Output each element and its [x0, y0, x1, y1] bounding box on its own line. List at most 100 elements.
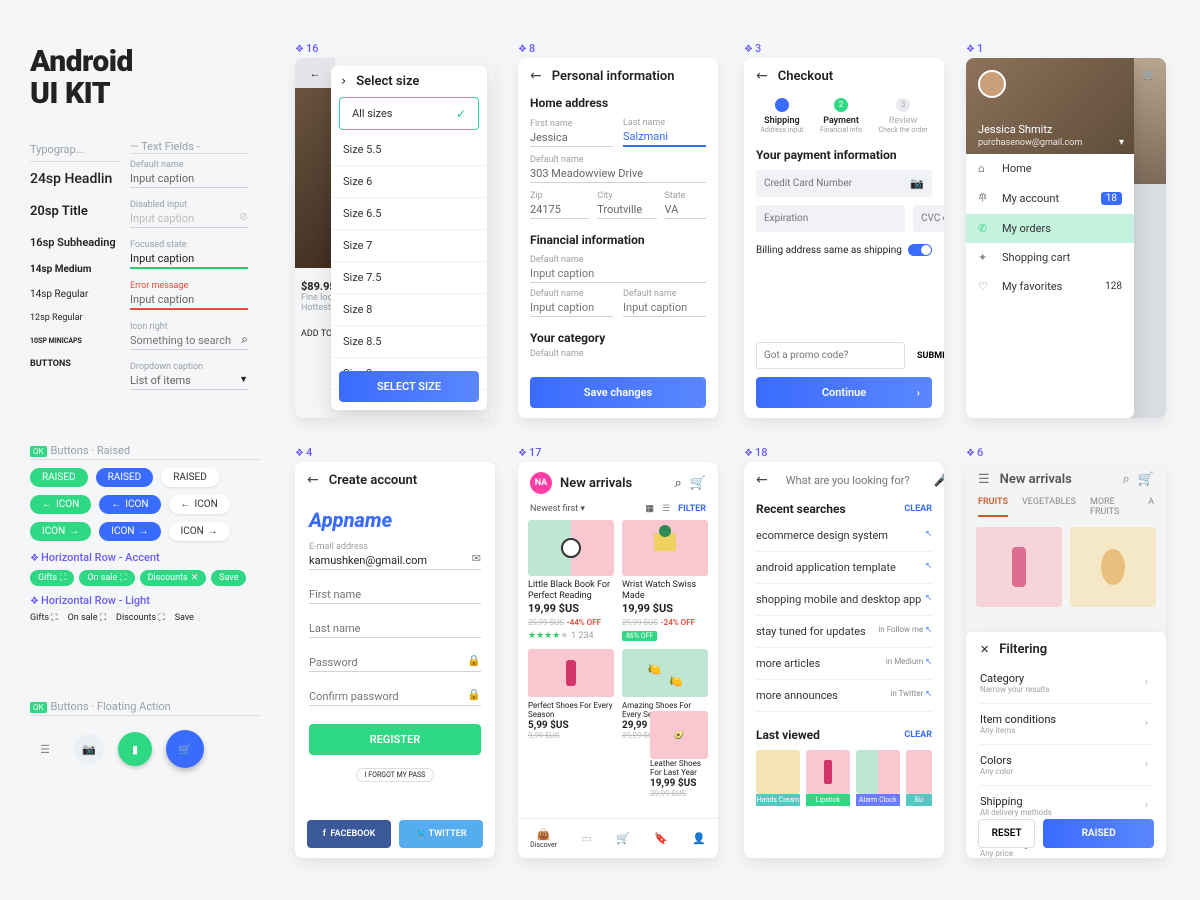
recent-search-item[interactable]: more announcesin Twitter ↖ — [756, 680, 932, 712]
cc-input[interactable] — [756, 170, 932, 197]
select-size-button[interactable]: SELECT SIZE — [339, 371, 479, 402]
continue-button[interactable]: Continue› — [756, 377, 932, 408]
promo-input[interactable] — [756, 342, 905, 369]
size-all[interactable]: All sizes✓ — [339, 97, 479, 130]
pw2-input[interactable] — [309, 688, 481, 706]
chip-disc-l[interactable]: Discounts ⛶ — [116, 613, 165, 623]
recent-search-item[interactable]: more articlesin Medium ↖ — [756, 648, 932, 680]
fab-camera-icon[interactable]: 📷 — [74, 734, 104, 764]
product-1[interactable]: Little Black Book For Perfect Reading 19… — [528, 520, 614, 641]
fin-input2[interactable] — [530, 299, 613, 317]
size-option[interactable]: Size 7 — [331, 230, 487, 262]
email-input[interactable] — [309, 552, 481, 570]
reset-button[interactable]: RESET — [978, 819, 1035, 848]
chip-save-a[interactable]: Save — [211, 570, 246, 586]
recent-search-item[interactable]: android application template ↖ — [756, 552, 932, 584]
forgot-button[interactable]: I FORGOT MY PASS — [356, 768, 435, 782]
cvc-input[interactable] — [913, 205, 944, 232]
filter-item[interactable]: ColorsAny color› — [980, 745, 1152, 786]
chevron-down-icon[interactable]: ▾ — [1119, 137, 1124, 148]
submit-button[interactable]: SUBMIT — [911, 351, 944, 361]
icon-green[interactable]: ← ICON — [30, 495, 91, 514]
billing-toggle[interactable] — [908, 244, 932, 256]
apply-button[interactable]: RAISED — [1043, 819, 1154, 848]
size-option[interactable]: Size 7.5 — [331, 262, 487, 294]
chevron-down-icon[interactable]: ▼ — [239, 374, 248, 385]
sort-dropdown[interactable]: Newest first ▾ — [530, 504, 585, 514]
cart-icon-17[interactable]: 🛒 — [690, 476, 706, 491]
size-option[interactable]: Size 8.5 — [331, 326, 487, 358]
tab-fruits[interactable]: FRUITS — [978, 497, 1008, 517]
nav-discover[interactable]: 👜Discover — [530, 828, 557, 849]
input-search[interactable] — [130, 332, 248, 350]
search-input-18[interactable] — [786, 474, 926, 487]
pw-input[interactable] — [309, 654, 481, 672]
drawer-item[interactable]: ✆My orders — [966, 214, 1134, 243]
cart-icon-6[interactable]: 🛒 — [1138, 472, 1154, 487]
size-option[interactable]: Size 8 — [331, 294, 487, 326]
grid-icon[interactable]: ▦ — [646, 504, 655, 514]
state-input[interactable] — [665, 201, 706, 219]
last-input-4[interactable] — [309, 620, 481, 638]
product-5[interactable]: 🥑 Leather Shoes For Last Year 19,99 $US … — [650, 759, 708, 798]
drawer-item[interactable]: 𐄷My account18 — [966, 183, 1134, 214]
icon-white-r[interactable]: ICON → — [169, 522, 230, 541]
addr-input[interactable] — [530, 165, 706, 183]
twitter-button[interactable]: 🐦 TWITTER — [399, 820, 483, 848]
city-input[interactable] — [597, 201, 656, 219]
input-error[interactable] — [130, 291, 248, 310]
back-icon-18[interactable]: ← — [756, 472, 768, 488]
filter-item[interactable]: Item conditionsAny items› — [980, 704, 1152, 745]
back-icon-4[interactable]: ← — [307, 472, 319, 488]
chip-gifts-a[interactable]: Gifts ⛶ — [30, 570, 74, 586]
filter-item[interactable]: CategoryNarrow your results› — [980, 663, 1152, 704]
first-input-4[interactable] — [309, 586, 481, 604]
nav-5[interactable]: 👤 — [692, 832, 706, 845]
clear-recent[interactable]: CLEAR — [904, 504, 932, 514]
chip-onsale-l[interactable]: On sale ⛶ — [68, 613, 106, 623]
fab-list-icon[interactable]: ☰ — [30, 734, 60, 764]
product-3[interactable]: Perfect Shoes For Every Season 5,99 $US … — [528, 649, 614, 740]
chip-save-l[interactable]: Save — [175, 613, 194, 623]
back-arrow-bg[interactable]: ← — [295, 58, 335, 88]
chip-onsale-a[interactable]: On sale ⛶ — [79, 570, 134, 586]
search-icon-17[interactable]: ⌕ — [675, 476, 682, 491]
chip-disc-a[interactable]: Discounts ✕ — [140, 570, 207, 586]
exp-input[interactable] — [756, 205, 905, 232]
menu-icon[interactable]: ☰ — [978, 472, 990, 487]
size-option[interactable]: Size 5.5 — [331, 134, 487, 166]
chip-gifts-l[interactable]: Gifts ⛶ — [30, 613, 58, 623]
recent-search-item[interactable]: shopping mobile and desktop app ↖ — [756, 584, 932, 616]
input-default[interactable] — [130, 170, 248, 188]
clear-last[interactable]: CLEAR — [904, 730, 932, 740]
raised-white[interactable]: RAISED — [161, 468, 219, 487]
save-changes-button[interactable]: Save changes — [530, 377, 706, 408]
fin-input3[interactable] — [623, 299, 706, 317]
avatar[interactable] — [978, 70, 1006, 98]
tab-a[interactable]: A — [1148, 497, 1154, 517]
mic-icon[interactable]: 🎤 — [934, 473, 944, 488]
cart-icon[interactable]: 🛒 — [1142, 68, 1156, 81]
search-icon-6[interactable]: ⌕ — [1123, 472, 1130, 487]
nav-4[interactable]: 🔖 — [654, 832, 668, 845]
register-button[interactable]: REGISTER — [309, 724, 481, 755]
fab-cart-icon[interactable]: 🛒 — [166, 730, 204, 768]
icon-white[interactable]: ← ICON — [169, 495, 230, 514]
size-option[interactable]: Size 6 — [331, 166, 487, 198]
list-icon[interactable]: ☰ — [662, 504, 670, 514]
search-icon[interactable]: ⌕ — [241, 332, 248, 347]
recent-search-item[interactable]: ecommerce design system ↖ — [756, 520, 932, 552]
nav-2[interactable]: ▭ — [581, 832, 591, 845]
chevron-right-icon[interactable]: › — [341, 74, 346, 89]
back-icon[interactable]: ← — [530, 68, 542, 84]
fin-input1[interactable] — [530, 265, 706, 283]
input-focused[interactable] — [130, 250, 248, 269]
icon-green-r[interactable]: ICON → — [30, 522, 91, 541]
close-icon[interactable]: ✕ — [980, 643, 989, 656]
thumb-4[interactable]: Bu — [906, 794, 932, 806]
drawer-item[interactable]: ✦Shopping cart — [966, 243, 1134, 272]
fab-chat-icon[interactable]: ▮ — [118, 732, 152, 766]
filter-button[interactable]: FILTER — [678, 504, 706, 514]
thumb-1[interactable]: Hands Cream — [756, 794, 800, 806]
thumb-3[interactable]: Alarm Clock — [856, 794, 900, 806]
